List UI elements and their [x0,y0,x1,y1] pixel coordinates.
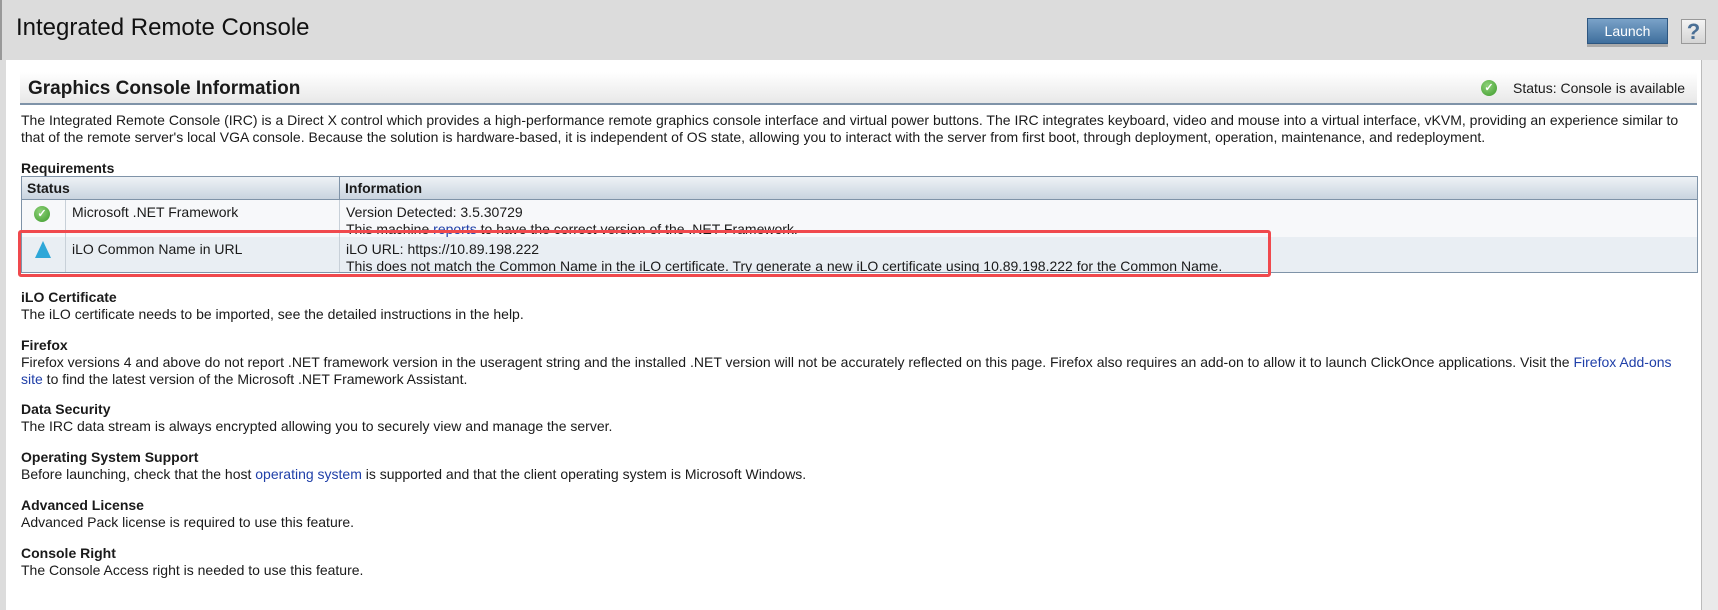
section-text: Advanced Pack license is required to use… [21,514,355,530]
requirements-heading: Requirements [21,160,115,176]
column-header-information: Information [340,177,1697,200]
section-heading: Console Right [21,545,116,561]
section-header: Graphics Console Information ✓ Status: C… [20,72,1697,105]
section-text: to find the latest version of the Micros… [42,371,468,387]
status-text: Status: Console is available [1513,80,1685,96]
section-console-right: Console Right The Console Access right i… [21,545,1693,579]
section-heading: Data Security [21,401,111,417]
launch-button[interactable]: Launch [1587,18,1668,44]
section-text: Before launching, check that the host [21,466,256,482]
console-status: ✓ Status: Console is available [1481,80,1685,96]
page-title: Integrated Remote Console [16,14,310,41]
requirement-info: Version Detected: 3.5.30729 [346,204,523,220]
section-heading: Operating System Support [21,449,199,465]
section-os-support: Operating System Support Before launchin… [21,449,1693,483]
title-bar: Integrated Remote Console Launch ? [0,0,1718,60]
operating-system-link[interactable]: operating system [255,466,362,482]
description: The Integrated Remote Console (IRC) is a… [21,112,1679,145]
check-circle-icon: ✓ [1481,80,1497,96]
section-ilo-certificate: iLO Certificate The iLO certificate need… [21,289,1693,323]
check-circle-icon: ✓ [34,206,50,222]
section-heading: iLO Certificate [21,289,117,305]
scrollbar[interactable] [1701,60,1718,610]
section-title: Graphics Console Information [28,78,301,99]
help-icon[interactable]: ? [1681,19,1706,44]
section-heading: Advanced License [21,497,144,513]
section-data-security: Data Security The IRC data stream is alw… [21,401,1693,435]
section-text: is supported and that the client operati… [361,466,807,482]
section-text: Firefox versions 4 and above do not repo… [21,354,1574,370]
highlight-box [18,230,1271,277]
column-header-status: Status [22,177,340,200]
section-heading: Firefox [21,337,68,353]
section-text: The IRC data stream is always encrypted … [21,418,613,434]
section-firefox: Firefox Firefox versions 4 and above do … [21,337,1681,388]
section-text: The iLO certificate needs to be imported… [21,306,524,322]
section-advanced-license: Advanced License Advanced Pack license i… [21,497,1693,531]
section-text: The Console Access right is needed to us… [21,562,364,578]
